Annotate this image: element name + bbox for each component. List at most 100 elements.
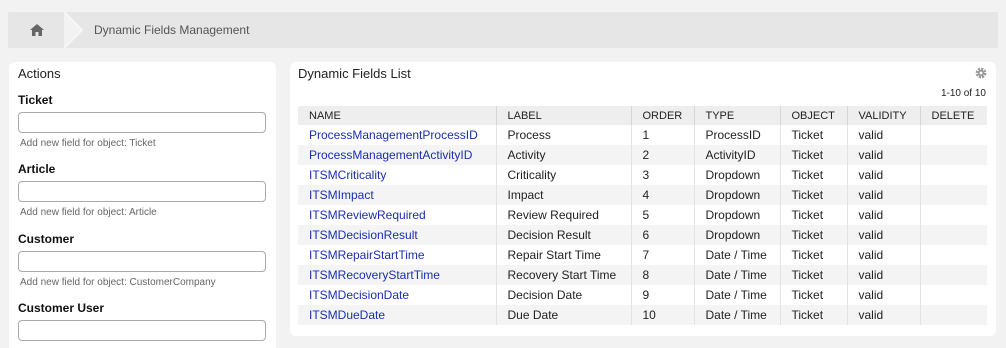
table-row: ITSMRecoveryStartTime Recovery Start Time…	[298, 265, 987, 285]
column-header-validity[interactable]: VALIDITY	[847, 106, 921, 125]
cell-order: 8	[631, 265, 695, 285]
cell-name: ProcessManagementActivityID	[298, 145, 497, 165]
cell-name: ITSMImpact	[298, 185, 497, 205]
cell-type: Date / Time	[694, 265, 781, 285]
cell-label: Criticality	[496, 165, 632, 185]
field-name-link[interactable]: ProcessManagementActivityID	[309, 148, 472, 162]
cell-validity: valid	[847, 265, 921, 285]
table-row: ITSMRepairStartTime Repair Start Time 7 Dat…	[298, 245, 987, 265]
cell-order: 4	[631, 185, 695, 205]
cell-type: Dropdown	[694, 205, 781, 225]
cell-name: ProcessManagementProcessID	[298, 125, 497, 145]
table-row: ITSMImpact Impact 4 Dropdown Ticket valid	[298, 185, 987, 205]
cell-validity: valid	[847, 225, 921, 245]
table-row: ITSMCriticality Criticality 3 Dropdown Ticke…	[298, 165, 987, 185]
cell-validity: valid	[847, 305, 921, 325]
cell-order: 7	[631, 245, 695, 265]
gear-icon[interactable]	[975, 67, 987, 79]
cell-validity: valid	[847, 245, 921, 265]
sidebar-title: Actions	[18, 66, 61, 81]
cell-name: ITSMDueDate	[298, 305, 497, 325]
cell-order: 5	[631, 205, 695, 225]
field-name-link[interactable]: ITSMRepairStartTime	[309, 248, 425, 262]
cell-type: Date / Time	[694, 285, 781, 305]
cell-order: 10	[631, 305, 695, 325]
cell-delete	[920, 125, 987, 145]
actions-sidebar: Actions Ticket Add new field for object:…	[9, 62, 276, 348]
field-name-link[interactable]: ITSMImpact	[309, 188, 374, 202]
add-field-select-ticket[interactable]	[18, 112, 266, 133]
field-name-link[interactable]: ITSMReviewRequired	[309, 208, 426, 222]
cell-delete	[920, 205, 987, 225]
cell-object: Ticket	[780, 265, 848, 285]
table-header-row: NAME LABEL ORDER TYPE OBJECT VALIDITY DE…	[298, 106, 987, 125]
column-header-label[interactable]: LABEL	[496, 106, 632, 125]
cell-object: Ticket	[780, 145, 848, 165]
object-label-ticket: Ticket	[18, 93, 53, 107]
column-header-type[interactable]: TYPE	[694, 106, 781, 125]
cell-label: Review Required	[496, 205, 632, 225]
dynamic-fields-table: NAME LABEL ORDER TYPE OBJECT VALIDITY DE…	[298, 106, 987, 325]
cell-delete	[920, 145, 987, 165]
cell-type: Dropdown	[694, 185, 781, 205]
cell-type: ProcessID	[694, 125, 781, 145]
cell-object: Ticket	[780, 205, 848, 225]
cell-label: Decision Result	[496, 225, 632, 245]
column-header-name[interactable]: NAME	[298, 106, 497, 125]
cell-label: Process	[496, 125, 632, 145]
add-field-select-customer[interactable]	[18, 251, 266, 272]
cell-object: Ticket	[780, 125, 848, 145]
object-label-article: Article	[18, 162, 56, 176]
column-header-object[interactable]: OBJECT	[780, 106, 848, 125]
cell-validity: valid	[847, 205, 921, 225]
cell-validity: valid	[847, 285, 921, 305]
column-header-order[interactable]: ORDER	[631, 106, 695, 125]
cell-delete	[920, 165, 987, 185]
cell-validity: valid	[847, 165, 921, 185]
cell-order: 2	[631, 145, 695, 165]
table-row: ITSMDueDate Due Date 10 Date / Time Ticket va…	[298, 305, 987, 325]
breadcrumb-home[interactable]	[8, 12, 66, 48]
cell-label: Repair Start Time	[496, 245, 632, 265]
cell-delete	[920, 265, 987, 285]
object-label-customer: Customer	[18, 232, 75, 246]
cell-label: Activity	[496, 145, 632, 165]
add-field-select-customer-user[interactable]	[18, 320, 266, 341]
field-name-link[interactable]: ITSMDecisionResult	[309, 228, 418, 242]
cell-delete	[920, 185, 987, 205]
cell-order: 3	[631, 165, 695, 185]
home-icon	[30, 24, 44, 36]
table-row: ITSMReviewRequired Review Required 5 Dropdo…	[298, 205, 987, 225]
add-field-select-article[interactable]	[18, 181, 266, 202]
pagination-info: 1-10 of 10	[940, 88, 986, 99]
cell-object: Ticket	[780, 305, 848, 325]
cell-object: Ticket	[780, 245, 848, 265]
cell-delete	[920, 225, 987, 245]
cell-type: Dropdown	[694, 165, 781, 185]
cell-object: Ticket	[780, 165, 848, 185]
object-label-customer-user: Customer User	[18, 301, 105, 315]
cell-delete	[920, 245, 987, 265]
breadcrumb-current: Dynamic Fields Management	[94, 23, 250, 37]
column-header-delete: DELETE	[920, 106, 987, 125]
cell-object: Ticket	[780, 285, 848, 305]
cell-name: ITSMDecisionResult	[298, 225, 497, 245]
cell-label: Impact	[496, 185, 632, 205]
cell-name: ITSMCriticality	[298, 165, 497, 185]
object-hint-customer: Add new field for object: CustomerCompan…	[20, 277, 216, 288]
cell-object: Ticket	[780, 225, 848, 245]
field-name-link[interactable]: ITSMCriticality	[309, 168, 386, 182]
table-row: ITSMDecisionDate Decision Date 9 Date / Tim…	[298, 285, 987, 305]
cell-validity: valid	[847, 145, 921, 165]
cell-validity: valid	[847, 125, 921, 145]
field-name-link[interactable]: ITSMDueDate	[309, 308, 385, 322]
field-name-link[interactable]: ITSMDecisionDate	[309, 288, 409, 302]
cell-type: Date / Time	[694, 305, 781, 325]
dynamic-fields-panel: Dynamic Fields List 1-10 of 10 NAME LABE…	[290, 62, 996, 336]
breadcrumb: Dynamic Fields Management	[8, 12, 998, 48]
cell-type: ActivityID	[694, 145, 781, 165]
cell-order: 9	[631, 285, 695, 305]
field-name-link[interactable]: ProcessManagementProcessID	[309, 128, 478, 142]
cell-name: ITSMRepairStartTime	[298, 245, 497, 265]
field-name-link[interactable]: ITSMRecoveryStartTime	[309, 268, 440, 282]
